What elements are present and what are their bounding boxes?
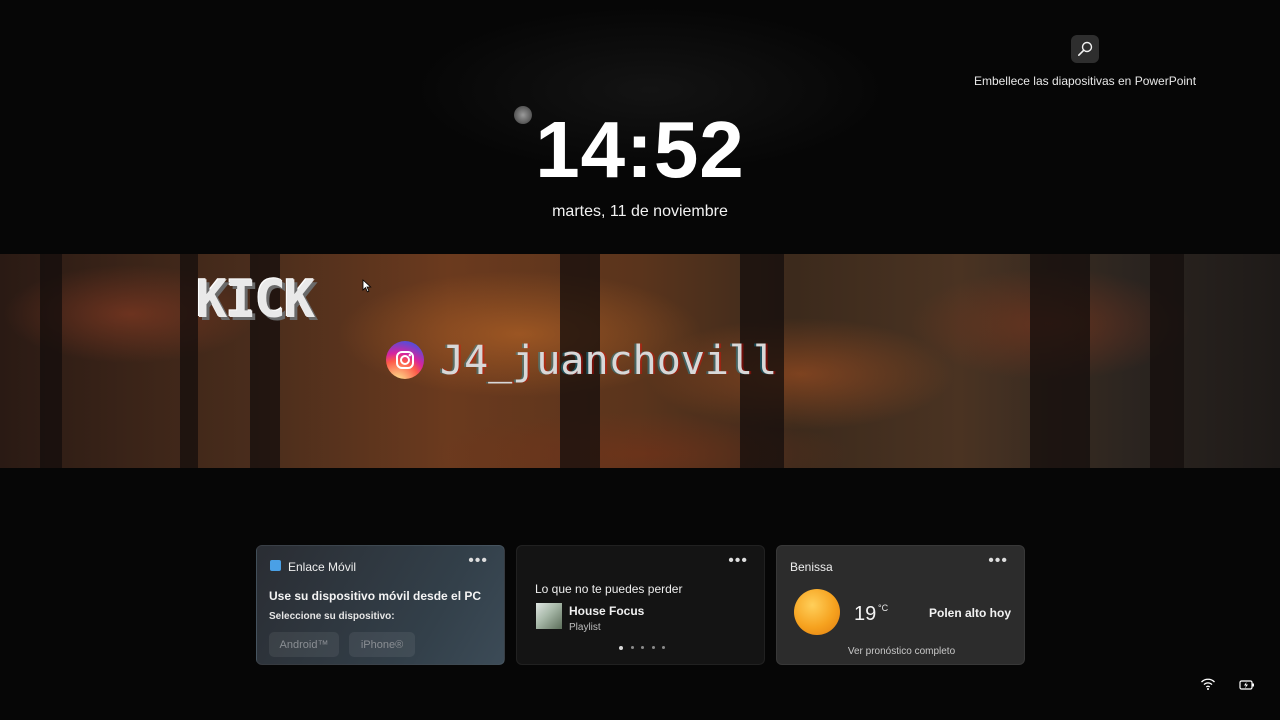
- phone-link-prompt: Seleccione su dispositivo:: [269, 611, 395, 622]
- playlist-type: Playlist: [569, 622, 601, 633]
- sun-icon: [794, 589, 840, 635]
- pollen-alert: Polen alto hoy: [928, 606, 1011, 620]
- playlist-thumbnail[interactable]: [536, 603, 562, 629]
- instagram-handle: J4_juanchovill: [440, 338, 778, 384]
- pager-dot[interactable]: [641, 646, 644, 649]
- search-icon: [1077, 41, 1093, 56]
- phone-link-more-button[interactable]: •••: [468, 553, 488, 569]
- media-title: Lo que no te puedes perder: [535, 582, 683, 596]
- tree-trunk: [1150, 254, 1184, 468]
- lock-clock: 14:52: [535, 105, 745, 194]
- phone-link-widget[interactable]: Enlace Móvil ••• Use su dispositivo móvi…: [256, 545, 505, 665]
- pager-dot[interactable]: [662, 646, 665, 649]
- iphone-option-button[interactable]: iPhone®: [349, 632, 415, 657]
- wallpaper-banner: KICK J4_juanchovill: [0, 254, 1280, 468]
- pager-dot[interactable]: [619, 646, 623, 650]
- mouse-pointer-icon: [362, 279, 372, 293]
- tree-trunk: [40, 254, 62, 468]
- spotlight-caption[interactable]: Embellece las diapositivas en PowerPoint: [960, 74, 1210, 88]
- spotlight-search-button[interactable]: [1071, 35, 1099, 63]
- wifi-icon[interactable]: [1200, 677, 1216, 691]
- weather-widget[interactable]: Benissa ••• 19 °C Polen alto hoy Ver pro…: [776, 545, 1025, 665]
- phone-link-headline: Use su dispositivo móvil desde el PC: [269, 589, 482, 603]
- tree-trunk: [1030, 254, 1090, 468]
- kick-logo: KICK: [196, 270, 315, 330]
- pager-dot[interactable]: [630, 646, 634, 649]
- instagram-icon: [386, 341, 424, 379]
- weather-temperature: 19: [854, 603, 877, 625]
- full-forecast-link[interactable]: Ver pronóstico completo: [777, 646, 1026, 657]
- playlist-name[interactable]: House Focus: [569, 604, 644, 618]
- phone-link-title: Enlace Móvil: [288, 560, 357, 574]
- android-option-button[interactable]: Android™: [269, 632, 339, 657]
- weather-location: Benissa: [790, 560, 833, 574]
- media-widget[interactable]: ••• Lo que no te puedes perder House Foc…: [516, 545, 765, 665]
- phone-link-icon: [270, 560, 281, 571]
- battery-charging-icon[interactable]: [1239, 679, 1255, 691]
- media-pager[interactable]: [619, 646, 665, 650]
- pager-dot[interactable]: [651, 646, 655, 649]
- media-more-button[interactable]: •••: [728, 553, 748, 569]
- weather-more-button[interactable]: •••: [988, 553, 1008, 569]
- lock-date: martes, 11 de noviembre: [552, 203, 728, 220]
- weather-unit: °C: [878, 603, 889, 613]
